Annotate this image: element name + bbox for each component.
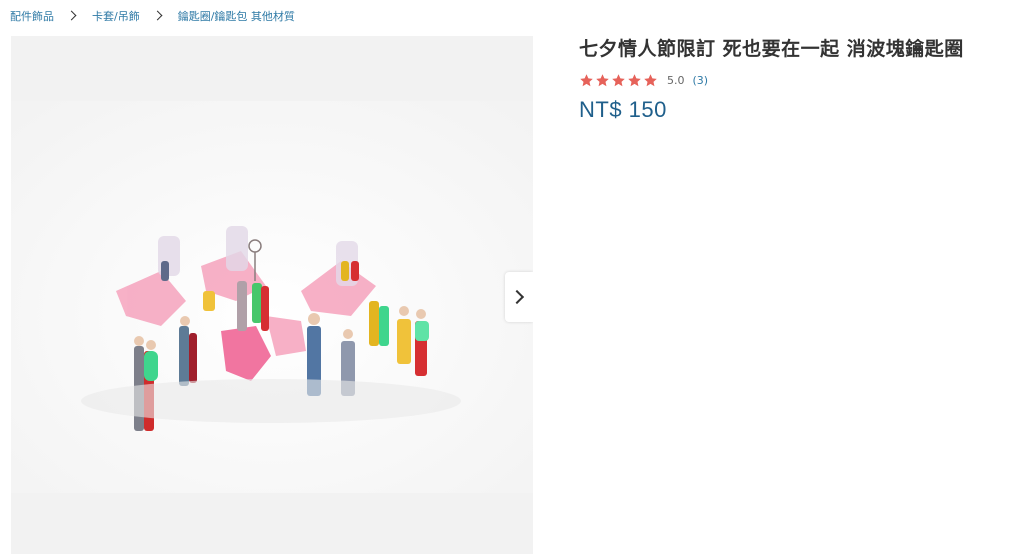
rating-stars	[579, 73, 658, 88]
product-rating[interactable]: 5.0 (3)	[579, 72, 979, 88]
star-icon	[644, 73, 657, 86]
chevron-right-icon	[509, 289, 525, 305]
chevron-right-icon	[154, 11, 164, 21]
star-icon	[580, 73, 593, 86]
product-image-gallery[interactable]	[11, 36, 533, 554]
next-image-button[interactable]	[505, 272, 533, 322]
product-title: 七夕情人節限訂 死也要在一起 消波塊鑰匙圈	[579, 38, 964, 60]
product-photo[interactable]	[11, 101, 533, 493]
review-count-link[interactable]: (3)	[693, 74, 709, 87]
breadcrumb-item-accessories[interactable]: 配件飾品	[10, 8, 54, 24]
breadcrumb-item-keychains[interactable]: 鑰匙圈/鑰匙包 其他材質	[178, 8, 295, 24]
rating-score: 5.0	[667, 73, 685, 87]
chevron-right-icon	[68, 11, 78, 21]
star-icon	[596, 73, 609, 86]
product-photo-illustration	[11, 101, 533, 493]
product-price: NT$ 150	[579, 97, 667, 122]
breadcrumb-item-card-holders[interactable]: 卡套/吊飾	[92, 8, 140, 24]
star-icon	[628, 73, 641, 86]
breadcrumb: 配件飾品 卡套/吊飾 鑰匙圈/鑰匙包 其他材質	[10, 7, 295, 25]
star-icon	[612, 73, 625, 86]
product-info: 七夕情人節限訂 死也要在一起 消波塊鑰匙圈 5.0 (3) NT$ 150	[579, 36, 979, 123]
